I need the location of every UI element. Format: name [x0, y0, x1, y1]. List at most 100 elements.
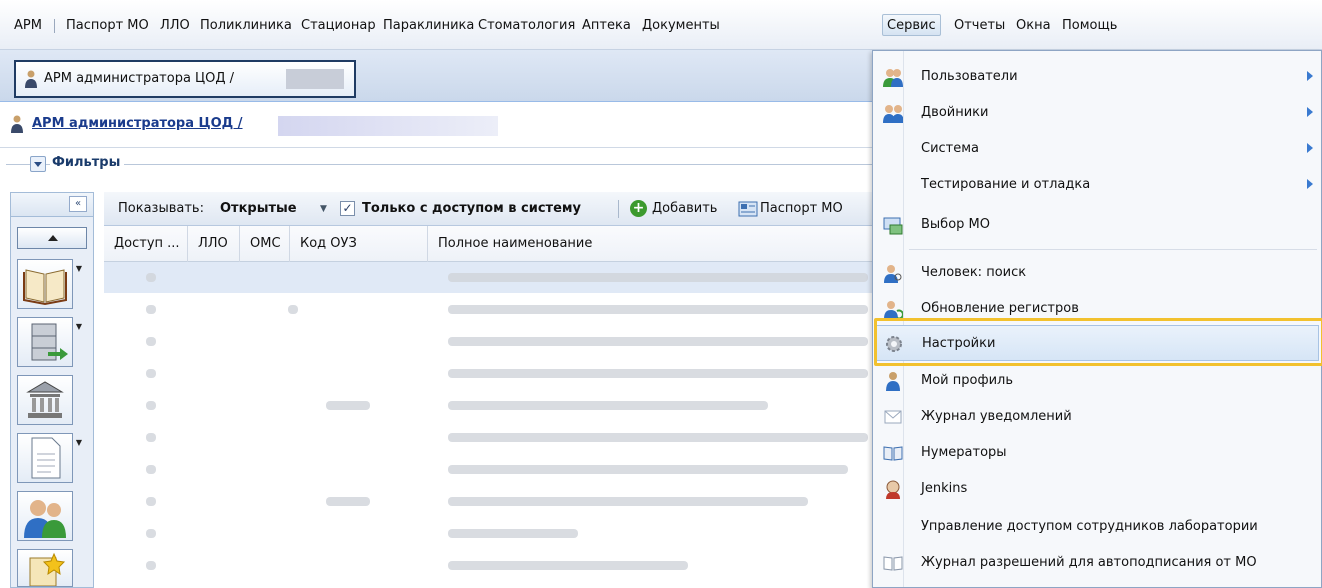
collapse-panel-button[interactable]: «	[69, 196, 87, 212]
menu-reports[interactable]: Отчеты	[950, 15, 1009, 37]
twins-icon	[883, 105, 903, 123]
show-filter-dropdown[interactable]: Открытые	[220, 201, 297, 216]
submenu-arrow-icon	[1307, 179, 1313, 189]
filters-label[interactable]: Фильтры	[50, 155, 125, 170]
select-mo-icon	[883, 217, 903, 235]
passport-mo-icon[interactable]	[738, 200, 758, 217]
menu-item-users[interactable]: Пользователи	[875, 59, 1319, 95]
dropdown-indicator: ▼	[75, 438, 82, 447]
submenu-arrow-icon	[1307, 107, 1313, 117]
menu-passport-mo[interactable]: Паспорт МО	[62, 15, 153, 37]
access-only-label[interactable]: Только с доступом в систему	[362, 201, 581, 216]
tab-label: АРМ администратора ЦОД /	[44, 71, 235, 86]
menu-item-label: Человек: поиск	[921, 265, 1027, 280]
server-arrow-icon	[31, 323, 68, 361]
menu-item-my-profile[interactable]: Мой профиль	[875, 363, 1319, 399]
book-icon	[883, 446, 903, 461]
menu-item-autosign-journal[interactable]: Журнал разрешений для автоподписания от …	[875, 545, 1319, 581]
envelope-icon	[884, 410, 902, 424]
users-button[interactable]	[17, 491, 73, 541]
menu-item-numerators[interactable]: Нумераторы	[875, 435, 1319, 471]
menu-item-notifications-journal[interactable]: Журнал уведомлений	[875, 399, 1319, 435]
menu-pharmacy[interactable]: Аптека	[578, 15, 635, 37]
menu-item-label: Мой профиль	[921, 373, 1013, 388]
table-row[interactable]	[104, 326, 874, 357]
table-row[interactable]	[104, 294, 874, 325]
column-header-ouz-code[interactable]: Код ОУЗ	[290, 226, 428, 262]
column-header-oms[interactable]: ОМС	[240, 226, 290, 262]
scroll-up-button[interactable]	[17, 227, 87, 249]
menu-hospital[interactable]: Стационар	[297, 15, 380, 37]
menu-item-label: Настройки	[922, 336, 996, 351]
server-export-button[interactable]: ▼	[17, 317, 82, 367]
table-row[interactable]	[104, 262, 874, 293]
panel-header: «	[11, 193, 93, 217]
page-title-link[interactable]: АРМ администратора ЦОД /	[32, 116, 243, 131]
chevron-down-icon[interactable]: ▼	[320, 204, 327, 214]
column-header-llo[interactable]: ЛЛО	[188, 226, 240, 262]
add-button-label[interactable]: Добавить	[652, 201, 717, 216]
submenu-arrow-icon	[1307, 143, 1313, 153]
menu-item-label: Система	[921, 141, 980, 156]
table-row[interactable]	[104, 358, 874, 389]
menu-item-label: Журнал разрешений для автоподписания от …	[921, 555, 1257, 570]
menu-documents[interactable]: Документы	[638, 15, 724, 37]
menu-dentistry[interactable]: Стоматология	[474, 15, 579, 37]
menu-item-label: Выбор МО	[921, 217, 990, 232]
dropdown-indicator: ▼	[75, 264, 82, 273]
main-menubar: АРМ Паспорт МО ЛЛО Поликлиника Стационар…	[0, 0, 1322, 50]
redacted-field	[286, 69, 344, 89]
menu-item-person-search[interactable]: Человек: поиск	[875, 255, 1319, 291]
certificate-button[interactable]	[17, 549, 73, 587]
journal-book-button[interactable]: ▼	[17, 259, 82, 309]
menu-item-twins[interactable]: Двойники	[875, 95, 1319, 131]
column-header-full-name[interactable]: Полное наименование	[428, 226, 874, 262]
menu-item-label: Нумераторы	[921, 445, 1007, 460]
menu-llo[interactable]: ЛЛО	[156, 15, 194, 37]
menu-item-label: Двойники	[921, 105, 989, 120]
menu-item-lab-access[interactable]: Управление доступом сотрудников лаборато…	[875, 509, 1319, 545]
document-button[interactable]: ▼	[17, 433, 82, 483]
submenu-arrow-icon	[1307, 71, 1313, 81]
table-row[interactable]	[104, 486, 874, 517]
grid-body	[104, 262, 874, 588]
menu-item-label: Пользователи	[921, 69, 1018, 84]
menu-paraclinic[interactable]: Параклиника	[379, 15, 478, 37]
menu-polyclinic[interactable]: Поликлиника	[196, 15, 296, 37]
registers-update-icon	[884, 301, 903, 319]
table-row[interactable]	[104, 390, 874, 421]
institution-button[interactable]	[17, 375, 73, 425]
certificate-star-icon	[29, 552, 66, 587]
left-toolbar-panel: « ▼ ▼ ▼	[10, 192, 94, 588]
toolbar-separator	[618, 200, 619, 218]
tab-arm-admin[interactable]: АРМ администратора ЦОД /	[14, 60, 356, 98]
menu-arm[interactable]: АРМ	[10, 15, 46, 37]
filters-toggle-button[interactable]	[30, 156, 46, 172]
menu-item-label: Jenkins	[921, 481, 968, 496]
person-search-icon	[884, 265, 902, 283]
menu-windows[interactable]: Окна	[1012, 15, 1055, 37]
users-icon	[883, 69, 903, 87]
passport-mo-button-label[interactable]: Паспорт МО	[760, 201, 843, 216]
menu-item-testing[interactable]: Тестирование и отладка	[875, 167, 1319, 203]
menu-item-jenkins[interactable]: Jenkins	[875, 471, 1319, 507]
redacted-field	[278, 116, 498, 136]
menu-item-update-registers[interactable]: Обновление регистров	[875, 291, 1319, 327]
menu-item-label: Журнал уведомлений	[921, 409, 1072, 424]
access-only-checkbox[interactable]: ✓	[340, 201, 355, 216]
menu-service[interactable]: Сервис	[882, 14, 941, 36]
menu-help[interactable]: Помощь	[1058, 15, 1121, 37]
menu-item-settings[interactable]: Настройки	[875, 325, 1319, 361]
menu-item-select-mo[interactable]: Выбор МО	[875, 207, 1319, 243]
show-filter-label: Показывать:	[118, 201, 204, 216]
column-header-access[interactable]: Доступ ...	[104, 226, 188, 262]
table-row[interactable]	[104, 550, 874, 581]
table-row[interactable]	[104, 518, 874, 549]
add-icon[interactable]: +	[630, 200, 647, 217]
menu-item-label: Управление доступом сотрудников лаборато…	[921, 519, 1258, 534]
table-row[interactable]	[104, 454, 874, 485]
user-icon	[25, 70, 37, 88]
menu-item-system[interactable]: Система	[875, 131, 1319, 167]
table-row[interactable]	[104, 422, 874, 453]
service-dropdown-menu: Пользователи Двойники Система Тестирован…	[872, 50, 1322, 588]
